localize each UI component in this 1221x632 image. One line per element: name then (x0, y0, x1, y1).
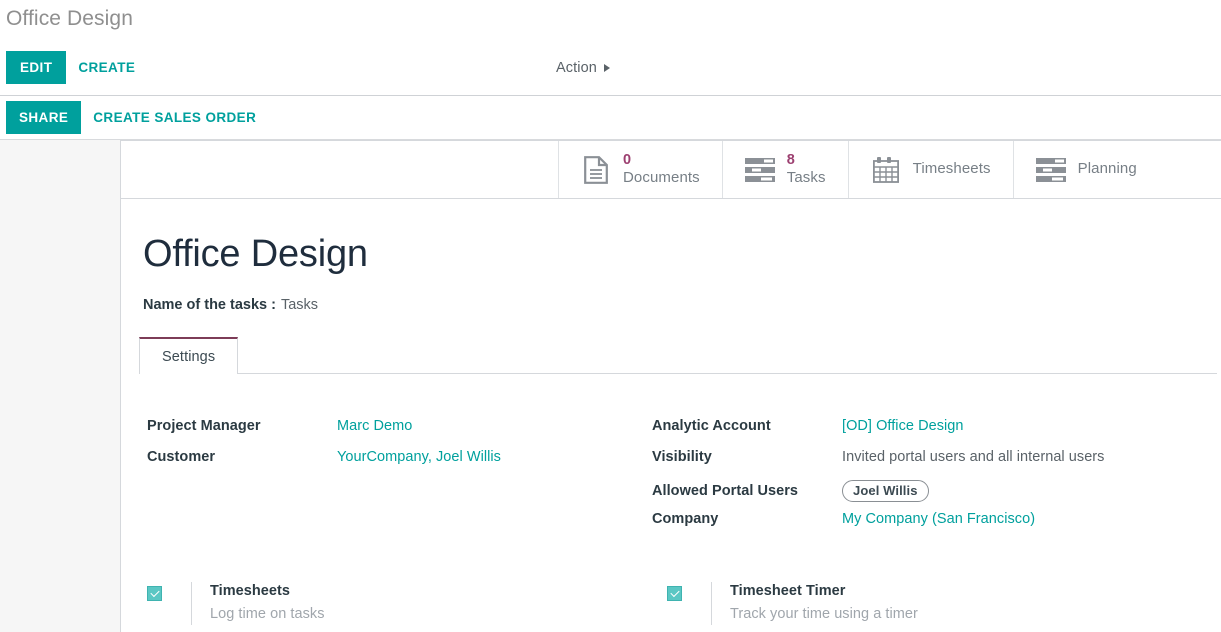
stat-button-planning[interactable]: Planning (1012, 141, 1159, 198)
setting-timesheets-checkbox[interactable] (147, 586, 162, 602)
portal-user-tag[interactable]: Joel Willis (842, 479, 929, 503)
field-customer-label: Customer (147, 448, 216, 465)
setting-timesheets-description: Log time on tasks (210, 606, 325, 622)
field-customer-value[interactable]: YourCompany, Joel Willis (337, 449, 501, 465)
page-title: Office Design (143, 233, 368, 275)
setting-timesheets-title: Timesheets (210, 583, 291, 600)
breadcrumb[interactable]: Office Design (6, 7, 133, 30)
field-project-manager: Project Manager Marc Demo (147, 418, 652, 440)
subfield-value[interactable]: Tasks (281, 297, 318, 313)
field-allowed-portal-users: Allowed Portal Users Joel Willis (652, 479, 1104, 503)
setting-timesheet-timer: Timesheet Timer Track your time using a … (667, 582, 1187, 625)
field-project-manager-value[interactable]: Marc Demo (337, 418, 412, 434)
action-menu[interactable]: Action (556, 60, 610, 76)
page-body: 0 Documents 8 Tasks Timesheets Planning … (0, 140, 1221, 632)
breadcrumb-bar: Office Design (0, 0, 1221, 40)
setting-timesheet-timer-title: Timesheet Timer (730, 583, 846, 600)
setting-timesheet-timer-description: Track your time using a timer (730, 606, 918, 622)
stat-button-timesheets-text: Timesheets (913, 161, 991, 178)
setting-column-right: Timesheet Timer Track your time using a … (667, 582, 1187, 625)
control-panel-primary-row: EDIT CREATE Action (0, 40, 1221, 96)
field-analytic-account-label: Analytic Account (652, 417, 771, 434)
form-column-right: Analytic Account [OD] Office Design Visi… (652, 418, 1104, 543)
form-column-left: Project Manager Marc Demo Customer YourC… (147, 418, 652, 543)
stat-button-documents-value: 0 (623, 151, 632, 168)
subfield-name-of-the-tasks: Name of the tasks : Tasks (143, 297, 1221, 313)
create-sales-order-button[interactable]: CREATE SALES ORDER (81, 101, 268, 135)
field-company-label: Company (652, 511, 719, 528)
stat-button-planning-text: Planning (1078, 161, 1137, 178)
setting-timesheet-timer-checkbox[interactable] (667, 586, 682, 602)
tab-settings[interactable]: Settings (139, 336, 239, 374)
stat-button-planning-label: Planning (1077, 160, 1137, 178)
control-panel-secondary-row: SHARE CREATE SALES ORDER (0, 96, 1221, 140)
stat-button-timesheets-label: Timesheets (912, 160, 991, 178)
field-allowed-portal-users-label: Allowed Portal Users (652, 482, 799, 499)
action-menu-label: Action (556, 59, 597, 76)
stat-bar-spacer (121, 141, 558, 198)
field-company: Company My Company (San Francisco) (652, 511, 1104, 533)
tasks-list-icon (744, 155, 775, 185)
setting-column-left: Timesheets Log time on tasks (147, 582, 667, 625)
calendar-icon (871, 155, 901, 185)
field-analytic-account-value[interactable]: [OD] Office Design (842, 418, 964, 434)
field-visibility-value[interactable]: Invited portal users and all internal us… (842, 449, 1104, 465)
stat-button-bar: 0 Documents 8 Tasks Timesheets Planning (121, 141, 1221, 199)
setting-timesheets-body: Timesheets Log time on tasks (191, 582, 325, 625)
stat-button-tasks-text: 8 Tasks (786, 151, 826, 186)
setting-timesheet-timer-checkbox-wrap (667, 582, 711, 606)
document-icon (581, 155, 611, 185)
stat-button-tasks-value: 8 (786, 151, 795, 168)
notebook-tabs: Settings (139, 336, 1217, 374)
stat-button-documents-text: 0 Documents (623, 151, 700, 186)
stat-button-tasks-label: Tasks (786, 168, 826, 186)
planning-bars-icon (1035, 155, 1066, 185)
field-company-value[interactable]: My Company (San Francisco) (842, 511, 1035, 527)
field-project-manager-label: Project Manager (147, 417, 261, 434)
field-visibility: Visibility Invited portal users and all … (652, 449, 1104, 471)
create-button[interactable]: CREATE (66, 51, 147, 85)
feature-settings-grid: Timesheets Log time on tasks Timesheet T… (143, 542, 1221, 625)
settings-form-grid: Project Manager Marc Demo Customer YourC… (143, 374, 1221, 543)
record-sheet: 0 Documents 8 Tasks Timesheets Planning … (120, 140, 1221, 632)
field-visibility-label: Visibility (652, 448, 712, 465)
caret-right-icon (603, 63, 610, 72)
setting-timesheets-checkbox-wrap (147, 582, 191, 606)
sheet-inner: Office Design Name of the tasks : Tasks S… (121, 199, 1221, 625)
field-customer: Customer YourCompany, Joel Willis (147, 449, 652, 471)
stat-button-documents[interactable]: 0 Documents (558, 141, 722, 198)
field-analytic-account: Analytic Account [OD] Office Design (652, 418, 1104, 440)
stat-button-tasks[interactable]: 8 Tasks (721, 141, 848, 198)
share-button[interactable]: SHARE (6, 100, 82, 135)
stat-button-documents-label: Documents (623, 168, 700, 186)
edit-button[interactable]: EDIT (6, 50, 67, 85)
subfield-label: Name of the tasks : (143, 296, 276, 313)
stat-button-timesheets[interactable]: Timesheets (847, 141, 1013, 198)
setting-timesheet-timer-body: Timesheet Timer Track your time using a … (711, 582, 918, 625)
setting-timesheets: Timesheets Log time on tasks (147, 582, 667, 625)
